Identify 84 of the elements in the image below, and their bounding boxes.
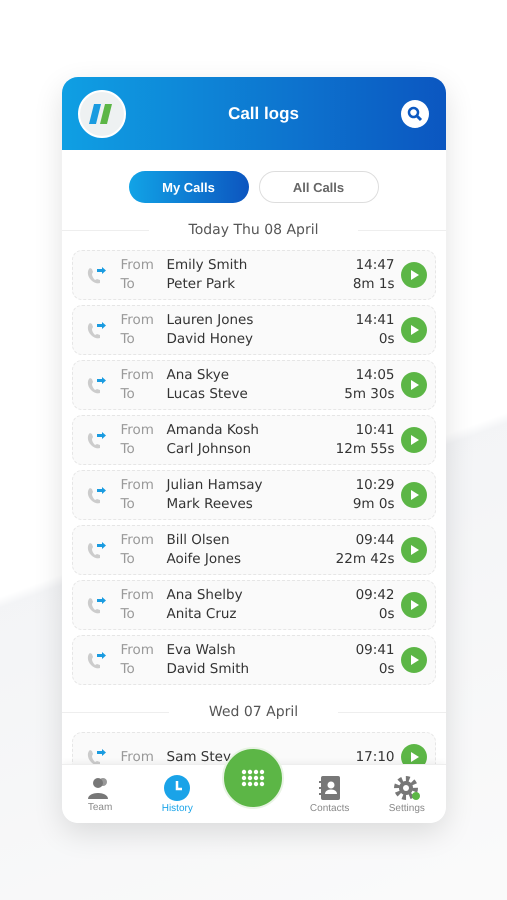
- nav-tab[interactable]: Contacts: [298, 774, 362, 814]
- call-time: 14:41: [356, 311, 394, 330]
- to-label: To: [120, 440, 136, 459]
- call-log-row[interactable]: From Sam Stev 17:10: [72, 732, 436, 764]
- callee-name: David Smith: [166, 660, 250, 679]
- to-label: To: [120, 330, 136, 349]
- from-label: From: [120, 476, 155, 495]
- call-time: 09:41: [356, 641, 394, 660]
- logo-icon: [78, 90, 126, 138]
- from-label: From: [120, 366, 155, 385]
- to-label: To: [120, 605, 136, 624]
- contact-book-icon: [316, 774, 343, 800]
- from-label: From: [120, 311, 155, 330]
- callee-name: David Honey: [166, 330, 254, 349]
- caller-name: Ana Shelby: [166, 586, 244, 605]
- call-log-row[interactable]: From To Ana Skye Lucas Steve 14:05 5m 30s: [72, 360, 436, 410]
- play-button[interactable]: [400, 647, 426, 673]
- caller-name: Emily Smith: [166, 256, 248, 275]
- caller-name: Julian Hamsay: [166, 476, 264, 495]
- from-label: From: [120, 641, 155, 660]
- caller-name: Eva Walsh: [166, 641, 237, 660]
- filter-tab[interactable]: All Calls: [258, 171, 378, 203]
- search-button[interactable]: [401, 100, 430, 128]
- gear-icon: [392, 774, 421, 800]
- call-log-row[interactable]: From To Bill Olsen Aoife Jones 09:44 22m 42s: [72, 525, 436, 575]
- call-duration: 22m 42s: [336, 550, 394, 569]
- caller-name: Sam Stev: [166, 748, 232, 764]
- play-button[interactable]: [400, 744, 426, 764]
- dialpad-icon: [241, 769, 266, 787]
- call-log-row[interactable]: From To Amanda Kosh Carl Johnson 10:41 12m 55s: [72, 415, 436, 465]
- call-time: 14:05: [356, 366, 394, 385]
- to-label: To: [120, 550, 136, 569]
- date-heading: Today Thu 08 April: [188, 222, 320, 238]
- filter-tab[interactable]: My Calls: [128, 171, 248, 203]
- call-time: 09:42: [356, 586, 394, 605]
- search-icon: [407, 106, 424, 122]
- callee-name: Anita Cruz: [166, 605, 238, 624]
- call-time: 10:29: [356, 476, 394, 495]
- to-label: To: [120, 385, 136, 404]
- call-time: 09:44: [356, 531, 394, 550]
- call-duration: 0s: [378, 605, 394, 624]
- call-duration: 0s: [378, 330, 394, 349]
- call-duration: 12m 55s: [336, 440, 394, 459]
- play-button[interactable]: [400, 427, 426, 453]
- to-label: To: [120, 660, 136, 679]
- call-duration: 0s: [378, 660, 394, 679]
- nav-tab[interactable]: Settings: [374, 774, 439, 814]
- screen-title: Call logs: [228, 104, 299, 124]
- callee-name: Mark Reeves: [166, 495, 254, 514]
- nav-tab[interactable]: Team: [68, 776, 132, 812]
- call-time: 14:47: [356, 256, 394, 275]
- clock-icon: [164, 774, 190, 800]
- caller-name: Bill Olsen: [166, 531, 231, 550]
- from-label: From: [120, 256, 155, 275]
- callee-name: Peter Park: [166, 275, 236, 294]
- call-duration: 8m 1s: [352, 275, 394, 294]
- caller-name: Amanda Kosh: [166, 421, 260, 440]
- call-log-row[interactable]: From To Ana Shelby Anita Cruz 09:42 0s: [72, 580, 436, 630]
- from-label: From: [120, 748, 155, 764]
- from-label: From: [120, 421, 155, 440]
- play-button[interactable]: [400, 537, 426, 563]
- play-button[interactable]: [400, 262, 426, 288]
- callee-name: Carl Johnson: [166, 440, 252, 459]
- callee-name: Aoife Jones: [166, 550, 242, 569]
- play-button[interactable]: [400, 592, 426, 618]
- to-label: To: [120, 495, 136, 514]
- caller-name: Lauren Jones: [166, 311, 254, 330]
- caller-name: Ana Skye: [166, 366, 230, 385]
- play-button[interactable]: [400, 482, 426, 508]
- call-log-row[interactable]: From To Julian Hamsay Mark Reeves 10:29 9m 0s: [72, 470, 436, 520]
- call-duration: 9m 0s: [352, 495, 394, 514]
- to-label: To: [120, 275, 136, 294]
- play-button[interactable]: [400, 317, 426, 343]
- call-log-row[interactable]: From To Lauren Jones David Honey 14:41 0s: [72, 305, 436, 355]
- call-time: 17:10: [356, 748, 394, 764]
- call-log-row[interactable]: From To Emily Smith Peter Park 14:47 8m 1s: [72, 250, 436, 300]
- call-time: 10:41: [356, 421, 394, 440]
- call-duration: 5m 30s: [344, 385, 394, 404]
- date-heading: Wed 07 April: [208, 704, 300, 720]
- play-button[interactable]: [400, 372, 426, 398]
- callee-name: Lucas Steve: [166, 385, 249, 404]
- from-label: From: [120, 586, 155, 605]
- call-log-row[interactable]: From To Eva Walsh David Smith 09:41 0s: [72, 635, 436, 685]
- from-label: From: [120, 531, 155, 550]
